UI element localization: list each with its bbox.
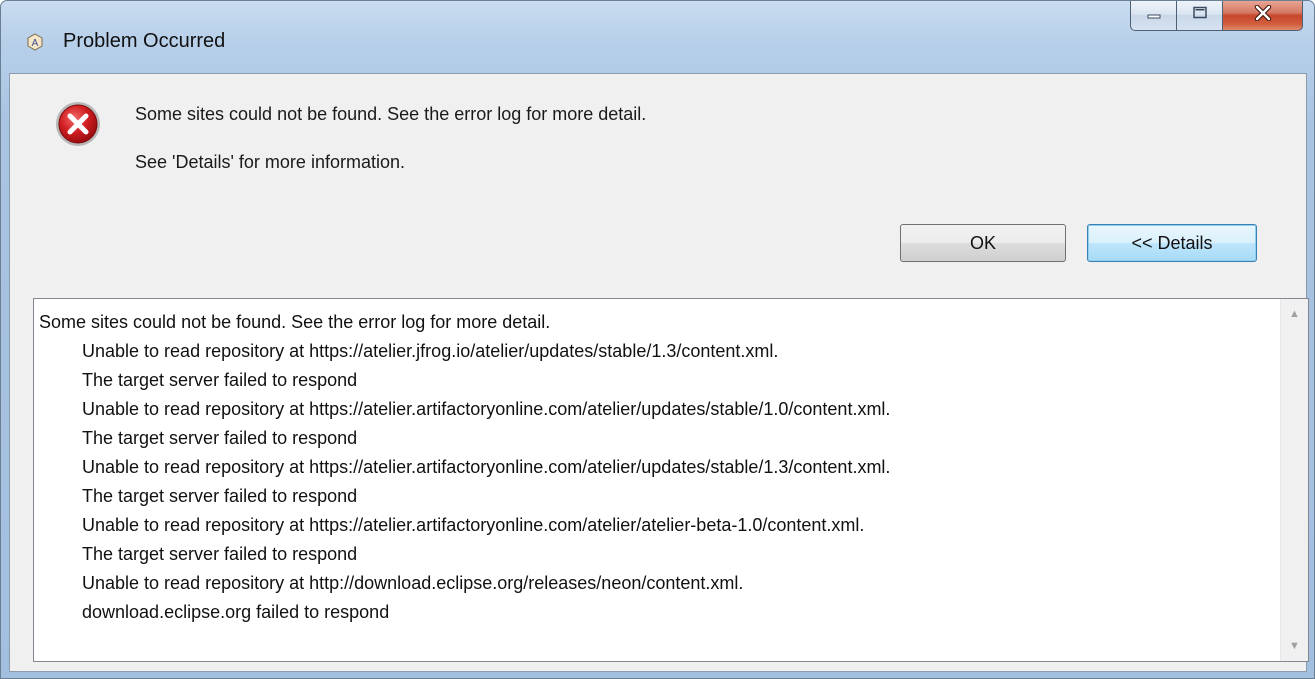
dialog-window: A Problem Occurred Some sites could not …: [0, 0, 1315, 679]
details-line: The target server failed to respond: [82, 544, 358, 564]
details-line: Unable to read repository at https://ate…: [82, 515, 865, 535]
details-hint: See 'Details' for more information.: [135, 152, 405, 172]
maximize-button[interactable]: [1176, 1, 1222, 31]
details-toggle-button[interactable]: << Details: [1087, 224, 1257, 262]
vertical-scrollbar[interactable]: ▲ ▼: [1280, 299, 1308, 661]
title-bar[interactable]: A Problem Occurred: [1, 1, 1314, 52]
details-line: Unable to read repository at http://down…: [82, 573, 744, 593]
scroll-up-arrow-icon[interactable]: ▲: [1281, 302, 1308, 326]
details-line: The target server failed to respond: [82, 486, 358, 506]
details-line: The target server failed to respond: [82, 428, 358, 448]
maximize-icon: [1192, 6, 1208, 25]
window-title: Problem Occurred: [63, 30, 226, 52]
error-icon: [54, 100, 102, 148]
details-list[interactable]: Some sites could not be found. See the e…: [33, 298, 1309, 662]
dialog-body: Some sites could not be found. See the e…: [9, 73, 1309, 672]
error-message: Some sites could not be found. See the e…: [135, 104, 647, 124]
ok-button[interactable]: OK: [900, 224, 1066, 262]
details-line: Unable to read repository at https://ate…: [82, 341, 779, 361]
details-header: Some sites could not be found. See the e…: [39, 312, 551, 332]
details-line: Unable to read repository at https://ate…: [82, 399, 891, 419]
caption-buttons: [1130, 1, 1303, 35]
details-line: The target server failed to respond: [82, 370, 358, 390]
svg-text:A: A: [32, 38, 39, 49]
app-icon: A: [26, 33, 44, 51]
minimize-button[interactable]: [1130, 1, 1176, 31]
close-icon: [1253, 4, 1273, 26]
details-line: download.eclipse.org failed to respond: [82, 602, 390, 622]
details-line: Unable to read repository at https://ate…: [82, 457, 891, 477]
scroll-down-arrow-icon[interactable]: ▼: [1281, 634, 1308, 658]
details-content: Some sites could not be found. See the e…: [39, 308, 1278, 627]
minimize-icon: [1146, 7, 1162, 25]
close-button[interactable]: [1222, 1, 1303, 31]
